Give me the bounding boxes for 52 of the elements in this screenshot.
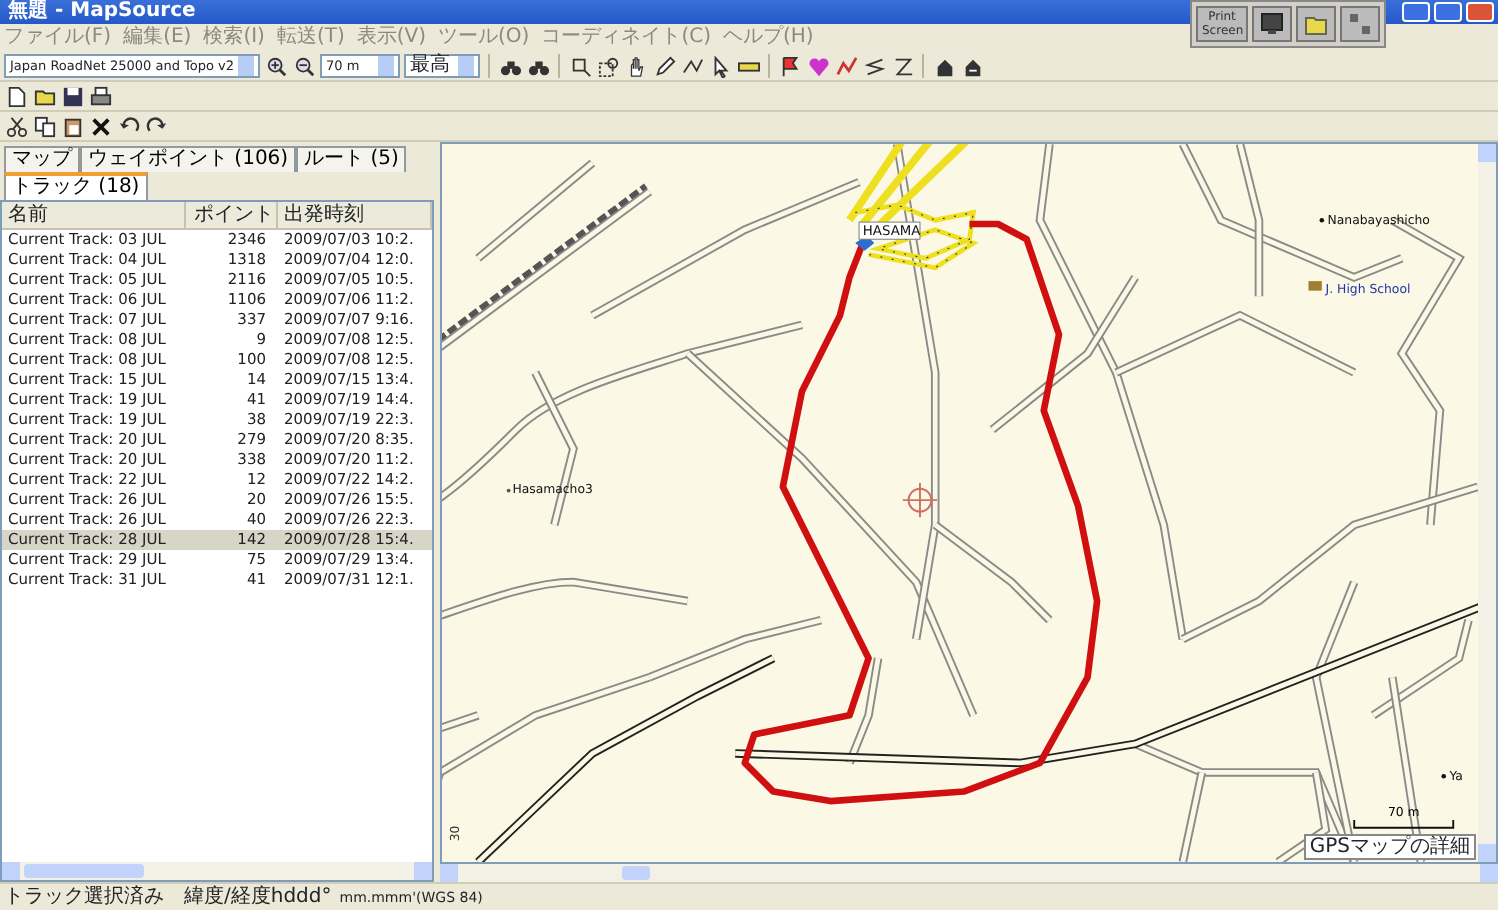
delete-icon[interactable] <box>88 114 112 138</box>
print-icon[interactable] <box>88 84 112 108</box>
column-header[interactable]: 名前 <box>2 202 186 228</box>
horizontal-scrollbar[interactable] <box>440 864 1498 882</box>
heart-icon[interactable] <box>806 54 831 78</box>
status-text: 緯度/経度hddd° <box>184 885 332 909</box>
close-button[interactable] <box>1466 2 1494 22</box>
tab[interactable]: ルート (5) <box>296 146 407 172</box>
status-text: トラック選択済み <box>4 885 164 909</box>
scale-bar <box>1353 819 1455 829</box>
flag-icon[interactable] <box>778 54 803 78</box>
crosshair-icon <box>901 482 939 519</box>
squares-icon <box>1346 11 1374 36</box>
tab[interactable]: マップ <box>4 146 80 172</box>
paste-icon[interactable] <box>60 114 84 138</box>
cut-icon[interactable] <box>4 114 28 138</box>
track-icon[interactable] <box>834 54 859 78</box>
send-icon[interactable] <box>960 54 985 78</box>
place-dot-icon <box>1441 774 1446 779</box>
scroll-thumb[interactable] <box>24 864 144 878</box>
folder-icon <box>1302 11 1330 36</box>
monitor-icon <box>1258 11 1286 36</box>
zoom-area-icon[interactable] <box>596 54 621 78</box>
place-dot-icon <box>506 488 511 493</box>
save-icon[interactable] <box>60 84 84 108</box>
copy-icon[interactable] <box>32 114 56 138</box>
map-detail-label: GPSマップの詳細 <box>1303 834 1476 860</box>
maximize-button[interactable] <box>1434 2 1462 22</box>
school-icon <box>1308 281 1322 291</box>
zigzag-icon[interactable] <box>862 54 887 78</box>
place-dot-icon <box>1319 217 1325 223</box>
scroll-thumb[interactable] <box>622 866 650 880</box>
monitor-button[interactable] <box>1252 6 1292 42</box>
tab[interactable]: ウェイポイント (106) <box>80 146 297 172</box>
grid-button[interactable] <box>1340 6 1380 42</box>
detail-select[interactable]: 最高 <box>404 54 481 78</box>
folder-button[interactable] <box>1296 6 1336 42</box>
waypoint-tracks-drawing <box>845 144 979 271</box>
window-title: 無題 - MapSource <box>8 0 196 24</box>
route-icon[interactable] <box>890 54 915 78</box>
minimize-button[interactable] <box>1402 2 1430 22</box>
column-header[interactable]: 出発時刻 <box>278 202 432 228</box>
zoom-tool-icon[interactable] <box>568 54 593 78</box>
tab[interactable]: トラック (18) <box>4 172 148 200</box>
route-tool-icon[interactable] <box>680 54 705 78</box>
column-header[interactable]: ポイント <box>186 202 278 228</box>
zoom-out-icon[interactable] <box>292 54 317 78</box>
horizontal-scrollbar[interactable] <box>2 862 432 880</box>
zoom-in-icon[interactable] <box>264 54 289 78</box>
new-file-icon[interactable] <box>4 84 28 108</box>
receive-icon[interactable] <box>932 54 957 78</box>
pen-icon[interactable] <box>652 54 677 78</box>
